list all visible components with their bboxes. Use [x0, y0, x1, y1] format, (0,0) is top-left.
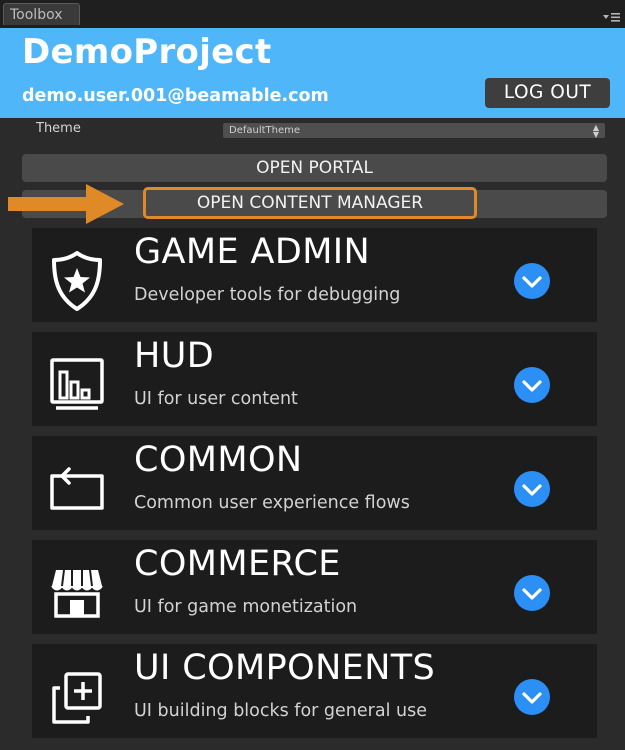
window-menu-icon[interactable] [603, 8, 621, 22]
card-common[interactable]: COMMON Common user experience flows [32, 436, 597, 530]
user-email: demo.user.001@beamable.com [22, 86, 329, 106]
theme-label: Theme [36, 121, 81, 136]
add-layers-icon [52, 672, 102, 724]
card-hud[interactable]: HUD UI for user content [32, 332, 597, 426]
open-portal-button[interactable]: OPEN PORTAL [22, 154, 607, 182]
theme-select-value: DefaultTheme [229, 125, 301, 136]
open-content-manager-button[interactable]: OPEN CONTENT MANAGER [143, 187, 477, 219]
card-description: UI building blocks for general use [134, 701, 427, 721]
card-description: UI for user content [134, 389, 298, 409]
expand-chevron-icon[interactable] [514, 471, 550, 507]
expand-chevron-icon[interactable] [514, 679, 550, 715]
card-title: COMMERCE [134, 544, 341, 584]
card-description: Common user experience flows [134, 493, 410, 513]
storefront-icon [51, 569, 103, 618]
highlight-arrow-icon [8, 184, 124, 224]
account-header: DemoProject demo.user.001@beamable.com L… [0, 28, 625, 118]
card-title: HUD [134, 336, 215, 376]
bar-chart-icon [50, 358, 104, 410]
return-arrow-icon [50, 467, 104, 510]
tab-strip: Toolbox [0, 0, 625, 29]
card-title: GAME ADMIN [134, 232, 371, 272]
project-name: DemoProject [22, 32, 272, 72]
card-title: UI COMPONENTS [134, 648, 436, 688]
shield-star-icon [52, 251, 102, 311]
card-commerce[interactable]: COMMERCE UI for game monetization [32, 540, 597, 634]
card-description: UI for game monetization [134, 597, 358, 617]
card-description: Developer tools for debugging [134, 285, 401, 305]
card-ui-components[interactable]: UI COMPONENTS UI building blocks for gen… [32, 644, 597, 738]
card-title: COMMON [134, 440, 303, 480]
tab-toolbox[interactable]: Toolbox [3, 3, 80, 25]
expand-chevron-icon[interactable] [514, 367, 550, 403]
expand-chevron-icon[interactable] [514, 575, 550, 611]
card-game-admin[interactable]: GAME ADMIN Developer tools for debugging [32, 228, 597, 322]
theme-select[interactable]: DefaultTheme ▲ ▼ [222, 122, 606, 139]
logout-button[interactable]: LOG OUT [485, 78, 610, 108]
expand-chevron-icon[interactable] [514, 263, 550, 299]
select-arrows-icon: ▲ ▼ [592, 123, 599, 139]
